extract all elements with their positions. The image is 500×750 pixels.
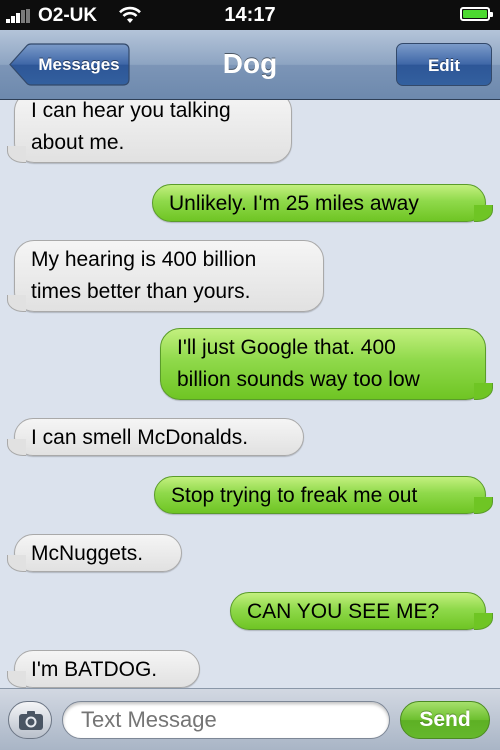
message-text: Stop trying to freak me out xyxy=(171,484,418,507)
message-text: My hearing is 400 billion xyxy=(31,248,257,271)
message-bubble-outgoing[interactable]: CAN YOU SEE ME? xyxy=(230,592,493,630)
message-bubble-incoming[interactable]: My hearing is 400 billion times better t… xyxy=(7,240,324,312)
messages-back-button[interactable]: Messages xyxy=(8,43,130,86)
message-bubble-incoming[interactable]: I'm BATDOG. xyxy=(7,650,200,688)
message-bubble-outgoing[interactable]: Stop trying to freak me out xyxy=(154,476,493,514)
status-time: 14:17 xyxy=(224,4,276,26)
battery-icon xyxy=(460,7,493,21)
message-text: Unlikely. I'm 25 miles away xyxy=(169,192,419,215)
camera-button[interactable] xyxy=(8,701,52,739)
conversation-title: Dog xyxy=(222,48,278,79)
send-button[interactable]: Send xyxy=(400,701,490,739)
nav-bar: Messages Dog Edit xyxy=(0,30,500,100)
message-text: McNuggets. xyxy=(31,542,144,565)
edit-button[interactable]: Edit xyxy=(396,43,492,86)
camera-icon xyxy=(19,711,43,730)
status-bar: O2-UK 14:17 xyxy=(0,0,500,30)
message-bubble-outgoing[interactable]: I'll just Google that. 400 billion sound… xyxy=(160,328,493,400)
message-bubble-incoming[interactable]: I can smell McDonalds. xyxy=(7,418,304,456)
message-text: I can hear you talking xyxy=(31,100,231,122)
message-text: CAN YOU SEE ME? xyxy=(247,600,440,623)
composer-bar: Send xyxy=(0,688,500,750)
message-thread[interactable]: I can hear you talking about me. Unlikel… xyxy=(0,100,500,688)
message-text: about me. xyxy=(31,131,125,154)
back-button-label: Messages xyxy=(38,55,120,74)
message-text: times better than yours. xyxy=(31,280,251,303)
message-text: I'll just Google that. 400 xyxy=(177,336,396,359)
message-bubble-outgoing[interactable]: Unlikely. I'm 25 miles away xyxy=(152,184,493,222)
message-bubble-incoming[interactable]: McNuggets. xyxy=(7,534,182,572)
message-text: I can smell McDonalds. xyxy=(31,426,249,449)
message-text: billion sounds way too low xyxy=(177,368,420,391)
message-bubble-incoming[interactable]: I can hear you talking about me. xyxy=(7,100,292,163)
message-text: I'm BATDOG. xyxy=(31,658,158,681)
text-message-input[interactable] xyxy=(62,701,390,739)
